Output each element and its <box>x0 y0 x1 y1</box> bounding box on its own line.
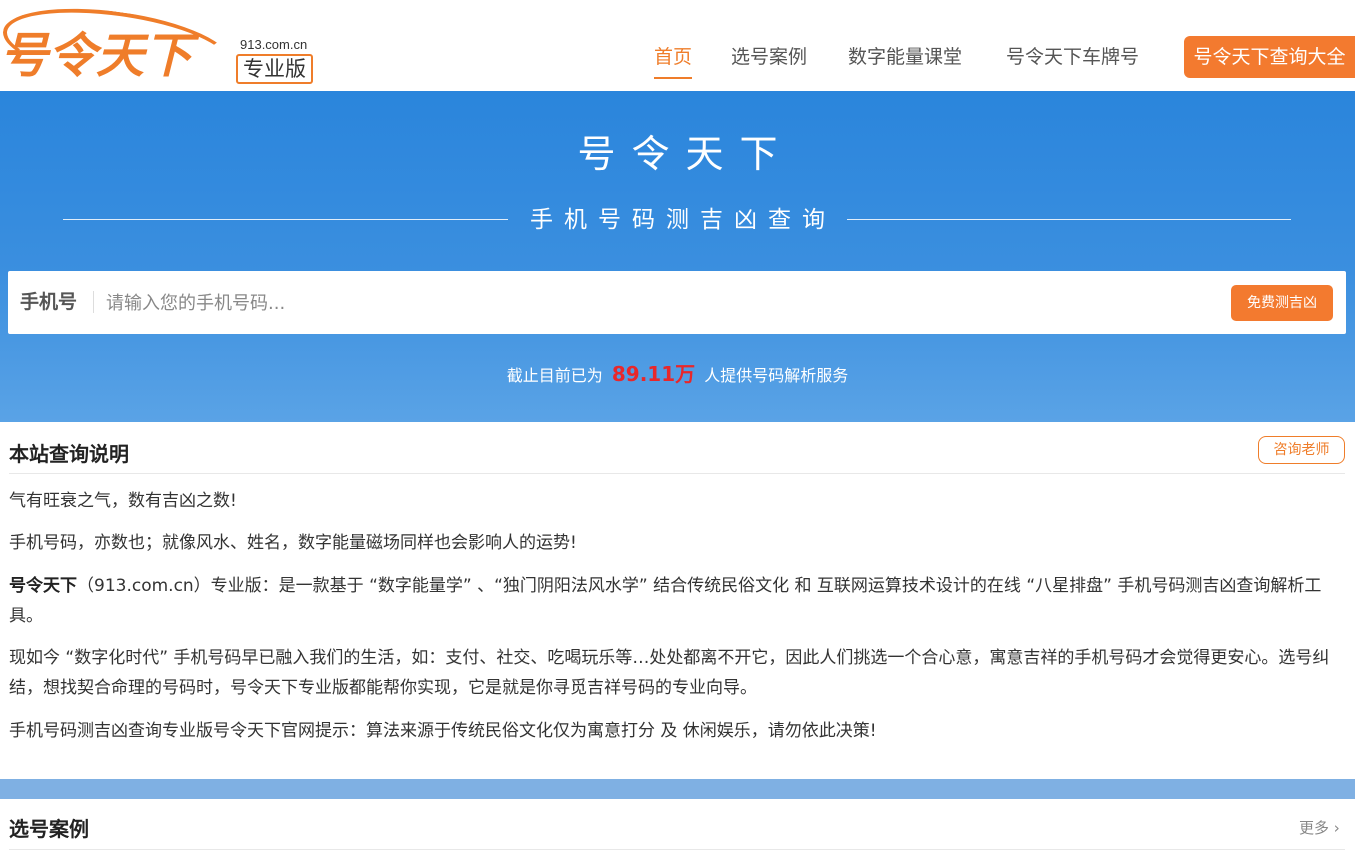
info-paragraph-4: 现如今 “数字化时代” 手机号码早已融入我们的生活，如：支付、社交、吃喝玩乐等…… <box>9 648 1330 698</box>
phone-number-input[interactable] <box>106 283 1206 323</box>
more-label: 更多 <box>1299 819 1330 837</box>
phone-label: 手机号 <box>20 291 78 313</box>
cases-title: 选号案例 <box>9 817 89 841</box>
site-logo[interactable]: 号令天下 913.com.cn 专业版 <box>0 0 320 98</box>
info-paragraph-2: 手机号码，亦数也；就像风水、姓名，数字能量磁场同样也会影响人的运势! <box>9 533 577 553</box>
info-paragraph-3-text: （913.com.cn）专业版：是一款基于 “数字能量学” 、“独门阴阳法风水学… <box>9 576 1322 626</box>
service-stats: 截止目前已为 89.11万 人提供号码解析服务 <box>0 358 1355 392</box>
hero-banner: 号令天下 手机号码测吉凶查询 手机号 免费测吉凶 截止目前已为 89.11万 人… <box>0 91 1355 422</box>
section-divider-band <box>0 779 1355 799</box>
query-info-panel: 本站查询说明 咨询老师 气有旺衰之气，数有吉凶之数! 手机号码，亦数也；就像风水… <box>0 422 1355 779</box>
cases-title-divider <box>9 849 1345 850</box>
nav-license-plate[interactable]: 号令天下车牌号 <box>1006 35 1139 79</box>
logo-edition-badge: 专业版 <box>236 54 313 84</box>
stats-suffix: 人提供号码解析服务 <box>704 366 849 385</box>
chevron-right-icon: › <box>1329 819 1340 837</box>
info-paragraph-1: 气有旺衰之气，数有吉凶之数! <box>9 491 237 511</box>
info-paragraph-3: 号令天下（913.com.cn）专业版：是一款基于 “数字能量学” 、“独门阴阳… <box>9 571 1345 631</box>
info-title-divider <box>9 473 1345 474</box>
info-paragraph-5: 手机号码测吉凶查询专业版号令天下官网提示：算法来源于传统民俗文化仅为寓意打分 及… <box>9 721 877 741</box>
free-check-button[interactable]: 免费测吉凶 <box>1231 285 1333 321</box>
hero-subtitle: 手机号码测吉凶查询 <box>530 207 836 233</box>
consult-teacher-button[interactable]: 咨询老师 <box>1258 436 1345 464</box>
stats-prefix: 截止目前已为 <box>506 366 603 385</box>
cases-more-link[interactable]: 更多 › <box>1299 817 1340 839</box>
hero-title: 号令天下 <box>577 132 794 176</box>
phone-search-bar: 手机号 免费测吉凶 <box>8 271 1346 334</box>
site-header: 号令天下 913.com.cn 专业版 首页 选号案例 数字能量课堂 号令天下车… <box>0 0 1355 98</box>
search-separator <box>93 291 94 313</box>
stats-number: 89.11万 <box>611 362 696 386</box>
hero-divider-right <box>847 219 1291 220</box>
logo-text: 号令天下 <box>0 28 193 84</box>
nav-cases[interactable]: 选号案例 <box>731 35 807 79</box>
info-brand: 号令天下 <box>9 576 77 596</box>
info-title: 本站查询说明 <box>9 442 129 466</box>
cases-panel: 选号案例 更多 › <box>0 799 1355 857</box>
logo-domain: 913.com.cn <box>240 37 308 52</box>
nav-number-energy-class[interactable]: 数字能量课堂 <box>848 35 962 79</box>
nav-query-collection-button[interactable]: 号令天下查询大全 <box>1184 36 1355 78</box>
nav-home[interactable]: 首页 <box>654 35 693 79</box>
